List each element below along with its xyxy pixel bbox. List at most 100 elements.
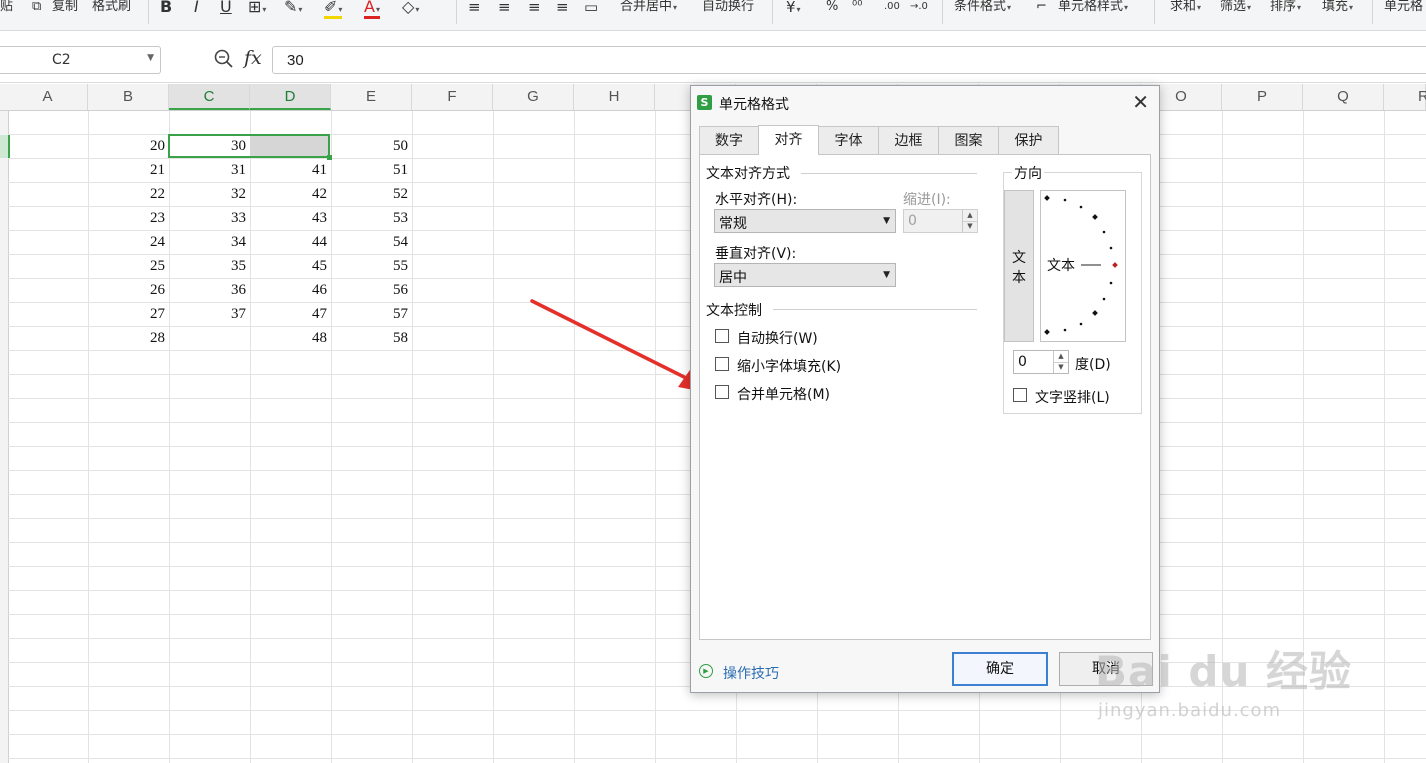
sheet-cell[interactable]: 32 [169, 183, 246, 206]
col-header-b[interactable]: B [88, 84, 169, 110]
sheet-cell[interactable]: 44 [250, 231, 327, 254]
horizontal-align-select[interactable]: 常规 ▼ [714, 209, 896, 233]
sheet-cell[interactable]: 53 [331, 207, 408, 230]
shrink-to-fit-label[interactable]: 缩小字体填充(K) [737, 356, 841, 376]
shrink-to-fit-checkbox[interactable] [715, 357, 729, 371]
tab-font[interactable]: 字体 [818, 126, 879, 154]
align-right-icon[interactable]: ≡ [528, 0, 541, 16]
clear-format-icon[interactable]: ◇▾ [402, 0, 419, 16]
chevron-down-icon[interactable]: ▼ [147, 53, 154, 63]
vertical-arrange-label[interactable]: 文字竖排(L) [1035, 387, 1110, 407]
col-header-q[interactable]: Q [1303, 84, 1384, 110]
tab-number[interactable]: 数字 [699, 126, 759, 154]
help-tips-link[interactable]: 操作技巧 [723, 663, 779, 683]
font-color-icon[interactable]: A▾ [364, 0, 380, 19]
tab-protection[interactable]: 保护 [998, 126, 1059, 154]
paste-button[interactable]: 贴 [0, 0, 13, 16]
sheet-cell[interactable]: 37 [169, 303, 246, 326]
merge-cells-checkbox[interactable] [715, 385, 729, 399]
col-header-p[interactable]: P [1222, 84, 1303, 110]
sheet-cell[interactable]: 48 [250, 327, 327, 350]
border-icon[interactable]: ⊞▾ [248, 0, 266, 16]
cell-menu-button[interactable]: 单元格 [1384, 0, 1423, 16]
tab-alignment[interactable]: 对齐 [758, 125, 819, 155]
fx-icon[interactable]: fx [244, 47, 262, 69]
sheet-cell[interactable] [250, 135, 327, 158]
conditional-format-button[interactable]: 条件格式▾ [954, 0, 1011, 16]
sheet-cell[interactable]: 52 [331, 183, 408, 206]
sheet-cell[interactable]: 43 [250, 207, 327, 230]
sheet-cell[interactable]: 36 [169, 279, 246, 302]
name-box[interactable]: C2 ▼ [0, 46, 161, 74]
wrap-text-checkbox[interactable] [715, 329, 729, 343]
sheet-cell[interactable]: 33 [169, 207, 246, 230]
sort-button[interactable]: 排序▾ [1270, 0, 1301, 16]
col-header-d[interactable]: D [250, 84, 331, 110]
justify-icon[interactable]: ≡ [556, 0, 569, 16]
col-header-r[interactable]: R [1384, 84, 1426, 110]
sum-button[interactable]: 求和▾ [1170, 0, 1201, 16]
sheet-cell[interactable]: 42 [250, 183, 327, 206]
sheet-cell[interactable]: 56 [331, 279, 408, 302]
merge-center-button[interactable]: 合并居中▾ [620, 0, 677, 16]
percent-icon[interactable]: % [826, 0, 838, 16]
copy-button[interactable]: 复制 [52, 0, 78, 16]
vertical-arrange-checkbox[interactable] [1013, 388, 1027, 402]
filter-button[interactable]: 筛选▾ [1220, 0, 1251, 16]
vertical-align-select[interactable]: 居中 ▼ [714, 263, 896, 287]
sheet-cell[interactable]: 50 [331, 135, 408, 158]
cell-style-button[interactable]: 单元格样式▾ [1058, 0, 1128, 16]
sheet-cell[interactable]: 35 [169, 255, 246, 278]
italic-button[interactable]: I [194, 0, 199, 16]
thousands-icon[interactable]: ⁰⁰ [852, 0, 862, 16]
sheet-cell[interactable]: 25 [88, 255, 165, 278]
sheet-cell[interactable]: 54 [331, 231, 408, 254]
close-icon[interactable]: ✕ [1132, 90, 1149, 114]
sheet-cell[interactable]: 21 [88, 159, 165, 182]
sheet-cell[interactable]: 31 [169, 159, 246, 182]
wrap-text-button[interactable]: 自动换行 [702, 0, 754, 16]
sheet-cell[interactable]: 23 [88, 207, 165, 230]
number-format-icon[interactable]: ¥▾ [786, 0, 801, 16]
formula-input[interactable]: 30 [272, 46, 1426, 74]
ok-button[interactable]: 确定 [952, 652, 1048, 686]
col-header-g[interactable]: G [493, 84, 574, 110]
col-header-c[interactable]: C [169, 84, 250, 110]
bold-button[interactable]: B [160, 0, 172, 16]
orientation-dial[interactable]: 文本 [1040, 190, 1126, 342]
sheet-cell[interactable]: 46 [250, 279, 327, 302]
sheet-cell[interactable]: 58 [331, 327, 408, 350]
sheet-cell[interactable]: 51 [331, 159, 408, 182]
stepper-down-icon[interactable]: ▼ [1054, 362, 1068, 373]
sheet-cell[interactable]: 24 [88, 231, 165, 254]
decrease-decimal-icon[interactable]: .00 [884, 0, 900, 16]
tab-pattern[interactable]: 图案 [938, 126, 999, 154]
wrap-text-label[interactable]: 自动换行(W) [737, 328, 818, 348]
sheet-cell[interactable]: 27 [88, 303, 165, 326]
distributed-icon[interactable]: ▭ [584, 0, 598, 16]
fill-color-icon[interactable]: ✎▾ [284, 0, 302, 16]
increase-decimal-icon[interactable]: →.0 [910, 0, 928, 16]
sheet-cell[interactable]: 28 [88, 327, 165, 350]
zoom-search-icon[interactable] [213, 48, 235, 70]
play-icon[interactable]: ▶ [699, 664, 713, 678]
sheet-cell[interactable]: 57 [331, 303, 408, 326]
sheet-cell[interactable]: 47 [250, 303, 327, 326]
stepper-down-icon[interactable]: ▼ [963, 221, 977, 232]
degree-stepper[interactable]: 0 ▲ ▼ [1013, 350, 1069, 374]
tab-border[interactable]: 边框 [878, 126, 939, 154]
sheet-cell[interactable]: 55 [331, 255, 408, 278]
sheet-cell[interactable]: 26 [88, 279, 165, 302]
align-left-icon[interactable]: ≡ [468, 0, 481, 16]
col-header-f[interactable]: F [412, 84, 493, 110]
sheet-cell[interactable]: 34 [169, 231, 246, 254]
fill-button[interactable]: 填充▾ [1322, 0, 1353, 16]
underline-button[interactable]: U [220, 0, 232, 16]
col-header-e[interactable]: E [331, 84, 412, 110]
col-header-h[interactable]: H [574, 84, 655, 110]
sheet-cell[interactable]: 30 [169, 135, 246, 158]
col-header-a[interactable]: A [8, 84, 88, 110]
sheet-cell[interactable]: 22 [88, 183, 165, 206]
merge-cells-label[interactable]: 合并单元格(M) [737, 384, 830, 404]
sheet-cell[interactable]: 41 [250, 159, 327, 182]
